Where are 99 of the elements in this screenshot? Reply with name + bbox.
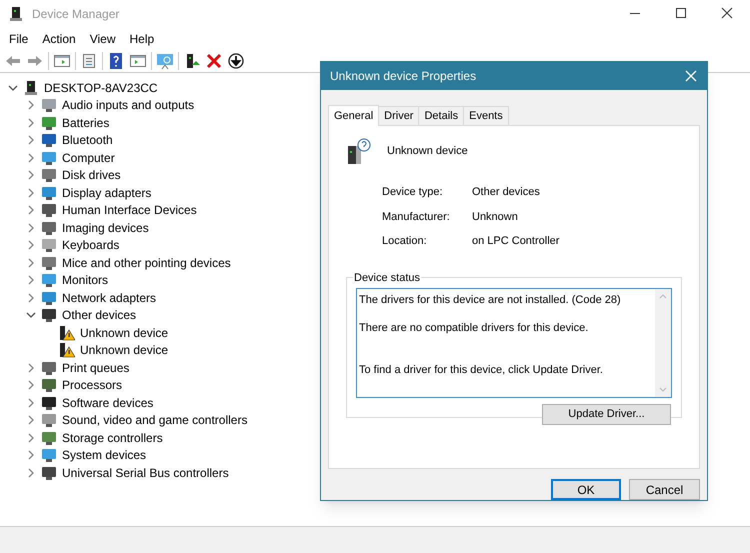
menu-item[interactable]: Help: [124, 30, 160, 48]
device-icon: [41, 132, 57, 148]
device-name: Unknown device: [387, 144, 468, 159]
chevron-right-icon[interactable]: [26, 240, 36, 250]
device-icon: [41, 114, 57, 131]
device-icon: [41, 272, 57, 288]
chevron-right-icon[interactable]: [26, 205, 36, 216]
status-text: To find a driver for this device, click Update Driver.: [359, 362, 604, 378]
chevron-right-icon[interactable]: [26, 258, 36, 268]
tree-item[interactable]: Batteries: [62, 114, 110, 132]
device-icon: [41, 307, 57, 324]
panel-icon[interactable]: [53, 52, 71, 70]
device-icon: [41, 360, 57, 376]
menu-item[interactable]: Action: [36, 30, 82, 48]
tree-item[interactable]: Human Interface Devices: [62, 201, 197, 220]
device-icon: [41, 220, 57, 236]
tab[interactable]: Events: [464, 106, 509, 125]
tree-item[interactable]: Mice and other pointing devices: [62, 254, 231, 272]
chevron-right-icon[interactable]: [26, 432, 36, 443]
property-value: Unknown: [472, 210, 518, 224]
warning-device-icon: [59, 324, 75, 341]
device-icon: [41, 412, 57, 428]
close-icon[interactable]: [685, 70, 697, 82]
scan-monitor-icon[interactable]: [156, 52, 174, 70]
help-icon[interactable]: [107, 52, 125, 70]
chevron-right-icon[interactable]: [26, 450, 36, 460]
tree-item[interactable]: Software devices: [62, 394, 154, 412]
chevron-right-icon[interactable]: [26, 152, 36, 163]
device-icon: [41, 254, 57, 271]
device-icon: [41, 202, 57, 218]
tree-item[interactable]: Print queues: [62, 358, 130, 377]
tree-item[interactable]: Disk drives: [62, 166, 121, 184]
device-icon: [41, 377, 57, 394]
device-icon: [41, 290, 57, 306]
tree-item[interactable]: Display adapters: [62, 184, 152, 202]
chevron-right-icon[interactable]: [26, 415, 36, 426]
device-icon: [41, 167, 57, 184]
menu-item[interactable]: View: [84, 30, 122, 48]
tree-item[interactable]: System devices: [62, 446, 146, 464]
tree-item[interactable]: DESKTOP-8AV23CC: [44, 78, 158, 97]
property-label: Location:: [382, 234, 428, 249]
property-value: on LPC Controller: [472, 234, 560, 249]
tree-item[interactable]: Bluetooth: [62, 131, 113, 150]
tree-item[interactable]: Sound, video and game controllers: [62, 411, 248, 430]
status-text: The drivers for this device are not installed. (Code 28): [359, 292, 622, 308]
chevron-right-icon[interactable]: [26, 170, 36, 180]
device-icon: [41, 150, 57, 166]
chevron-down-icon[interactable]: [8, 82, 18, 93]
chevron-right-icon[interactable]: [26, 398, 36, 408]
property-value: Other devices: [472, 185, 540, 200]
tree-item[interactable]: Keyboards: [62, 236, 120, 254]
panel-icon[interactable]: [129, 52, 147, 70]
chevron-right-icon[interactable]: [26, 222, 36, 233]
status-text: There are no compatible drivers for this device.: [359, 321, 590, 336]
tree-item[interactable]: Unknown device: [80, 324, 168, 342]
tree-item[interactable]: Network adapters: [62, 288, 156, 307]
device-icon: [41, 430, 57, 446]
tree-item[interactable]: Universal Serial Bus controllers: [62, 464, 229, 482]
device-icon: [41, 184, 57, 201]
chevron-right-icon[interactable]: [26, 275, 36, 286]
device-icon: [41, 464, 57, 481]
warning-device-icon: [59, 342, 75, 358]
tree-item[interactable]: Processors: [62, 376, 122, 394]
device-icon: [41, 97, 57, 114]
property-label: Device type:: [382, 185, 444, 200]
device-icon: [41, 447, 57, 464]
menu-item[interactable]: File: [3, 30, 34, 48]
chevron-right-icon[interactable]: [26, 380, 36, 390]
properties-icon[interactable]: [80, 52, 98, 70]
device-icon: [41, 237, 57, 254]
tree-item[interactable]: Unknown device: [80, 341, 168, 360]
tab[interactable]: General: [328, 105, 380, 126]
chevron-right-icon[interactable]: [26, 468, 36, 478]
dialog-button[interactable]: OK: [551, 479, 621, 500]
app-icon: [8, 6, 24, 22]
download-icon[interactable]: [227, 52, 245, 70]
property-label: Manufacturer:: [382, 210, 451, 224]
chevron-right-icon[interactable]: [26, 188, 36, 198]
window-title: Device Manager: [32, 6, 120, 22]
chevron-right-icon[interactable]: [26, 135, 36, 146]
chevron-down-icon[interactable]: [26, 310, 36, 320]
tree-item[interactable]: Audio inputs and outputs: [62, 96, 194, 114]
tree-item[interactable]: Imaging devices: [62, 218, 149, 237]
computer-icon: [23, 80, 39, 96]
chevron-right-icon[interactable]: [26, 118, 36, 128]
delete-icon[interactable]: [205, 52, 223, 70]
device-icon: [41, 394, 57, 411]
tab[interactable]: Driver: [379, 106, 420, 125]
tab[interactable]: Details: [419, 106, 464, 125]
update-driver-button[interactable]: Update Driver...: [542, 404, 671, 424]
tree-item[interactable]: Other devices: [62, 306, 136, 324]
tree-item[interactable]: Computer: [62, 148, 115, 167]
dialog-title: Unknown device Properties: [330, 68, 476, 85]
chevron-right-icon[interactable]: [26, 100, 36, 110]
dialog-button[interactable]: Cancel: [629, 479, 700, 500]
tree-item[interactable]: Monitors: [62, 271, 108, 290]
chevron-right-icon[interactable]: [26, 362, 36, 373]
tree-item[interactable]: Storage controllers: [62, 428, 163, 447]
chevron-right-icon[interactable]: [26, 292, 36, 303]
